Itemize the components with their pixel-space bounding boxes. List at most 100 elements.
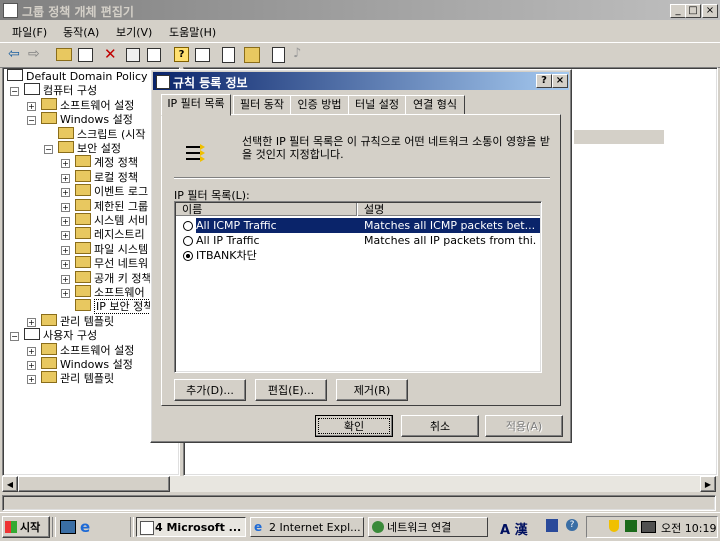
assign-icon[interactable] [244,47,260,63]
tree-item[interactable]: Default Domain Policy [I [7,69,159,84]
expand-toggle-icon[interactable]: + [61,202,70,212]
task-mmc[interactable]: 4 Microsoft ... [136,517,246,537]
scroll-thumb[interactable] [18,476,170,492]
shield-icon[interactable] [609,520,619,532]
ip-filter-listview[interactable]: 이름 설명 All ICMP Traffic Matches all ICMP p… [174,201,542,373]
expand-toggle-icon[interactable]: + [61,173,70,183]
apply-button[interactable]: 적용(A) [485,415,563,437]
properties-icon[interactable] [126,48,140,62]
tree-item[interactable]: + 공개 키 정책 [61,270,152,286]
help-icon[interactable]: ? [174,47,189,62]
ok-button[interactable]: 확인 [315,415,393,437]
expand-toggle-icon[interactable]: + [61,217,70,226]
table-row[interactable]: All IP Traffic Matches all IP packets fro… [176,233,540,248]
menu-file[interactable]: 파일(F) [12,24,47,40]
main-title-bar[interactable]: 그룹 정책 개체 편집기 _ □ × [0,0,720,20]
edit-button[interactable]: 편집(E)... [255,379,327,401]
expand-toggle-icon[interactable]: − [10,332,19,342]
start-button[interactable]: 시작 [2,516,50,538]
menu-help[interactable]: 도움말(H) [169,24,216,40]
monitor-tray-icon[interactable] [641,521,656,533]
add-button[interactable]: 추가(D)... [174,379,246,401]
tab-auth-methods[interactable]: 인증 방법 [290,95,349,115]
tree-item[interactable]: + 소프트웨어 [61,285,145,300]
tab-connection-type[interactable]: 연결 형식 [405,95,465,115]
tree-item[interactable]: + 계정 정책 [61,155,138,170]
wizard-icon[interactable]: ♪ [293,46,301,61]
tab-filter-action[interactable]: 필터 동작 [233,95,291,115]
expand-toggle-icon[interactable]: + [61,289,70,298]
export-icon[interactable] [147,48,161,62]
radio-icon[interactable] [183,221,193,231]
dialog-title-bar[interactable]: 규칙 등록 정보 ? × [153,72,569,90]
forward-icon[interactable]: ⇨ [28,46,40,62]
expand-toggle-icon[interactable]: + [61,159,70,169]
tree-item[interactable]: + 관리 템플릿 [27,313,114,329]
table-row[interactable]: ITBANK차단 [176,248,540,263]
scroll-right-button[interactable]: ▶ [700,476,716,492]
minimize-button[interactable]: _ [670,4,686,18]
expand-toggle-icon[interactable]: + [61,274,70,284]
dialog-close-button[interactable]: × [552,74,568,88]
new-policy-icon[interactable] [222,47,235,63]
cancel-button[interactable]: 취소 [401,415,479,437]
expand-toggle-icon[interactable]: + [27,317,36,327]
expand-toggle-icon[interactable]: + [61,188,70,198]
expand-toggle-icon[interactable]: + [61,260,70,270]
horizontal-scrollbar[interactable]: ◀ ▶ [2,476,716,492]
tree-item[interactable]: + 제한된 그룹 [61,198,148,214]
tree-item[interactable]: + 소프트웨어 설정 [27,342,134,358]
maximize-button[interactable]: □ [685,4,701,18]
tree-item[interactable]: + 파일 시스템 [61,241,148,257]
expand-toggle-icon[interactable]: + [61,231,70,241]
tree-item[interactable]: + Windows 설정 [27,357,133,372]
table-row[interactable]: All ICMP Traffic Matches all ICMP packets… [176,218,540,233]
column-header-desc[interactable]: 설명 [358,203,540,216]
radio-icon[interactable] [183,236,193,246]
network-tray-icon[interactable] [625,520,637,532]
view-icon[interactable] [195,48,210,62]
back-icon[interactable]: ⇦ [8,46,20,62]
remove-button[interactable]: 제거(R) [336,379,408,401]
scroll-left-button[interactable]: ◀ [2,476,18,492]
tab-ip-filter-list[interactable]: IP 필터 목록 [161,94,231,116]
tree-item[interactable]: 스크립트 (시작 [58,126,146,142]
tree-item[interactable]: + 레지스트리 [61,227,145,242]
tree-item[interactable]: − 사용자 구성 [10,328,97,343]
up-folder-icon[interactable] [56,48,72,61]
ime-pad-icon[interactable] [546,519,558,532]
close-button[interactable]: × [702,4,718,18]
menu-action[interactable]: 동작(A) [63,24,99,40]
tree-item[interactable]: + 관리 템플릿 [27,371,114,386]
tree-item[interactable]: + 로컬 정책 [61,169,138,185]
expand-toggle-icon[interactable]: + [27,375,36,385]
desktop-icon[interactable] [60,520,76,534]
expand-toggle-icon[interactable]: + [27,361,36,370]
tree-item[interactable]: − 보안 설정 [44,141,121,156]
ime-lang[interactable]: A 漢 [500,519,528,538]
tree-item[interactable]: + 소프트웨어 설정 [27,97,134,113]
task-ie[interactable]: e 2 Internet Expl... [250,517,364,537]
ie-icon[interactable]: e [80,518,90,536]
script-icon[interactable] [272,47,285,63]
tree-item[interactable]: − Windows 설정 [27,112,133,127]
tree-item[interactable]: + 무선 네트워 [61,256,148,271]
dialog-help-button[interactable]: ? [536,74,552,88]
expand-toggle-icon[interactable]: − [27,116,36,126]
help-tray-icon[interactable]: ? [566,519,578,531]
tab-tunnel-settings[interactable]: 터널 설정 [348,95,406,115]
expand-toggle-icon[interactable]: + [27,346,36,356]
column-header-name[interactable]: 이름 [176,203,357,216]
expand-toggle-icon[interactable]: − [10,87,19,97]
menu-view[interactable]: 보기(V) [116,24,152,40]
tree-item[interactable]: + 시스템 서비 [61,213,148,228]
expand-toggle-icon[interactable]: + [27,101,36,111]
expand-toggle-icon[interactable]: − [44,145,53,154]
tree-item[interactable]: + 이벤트 로그 [61,184,148,199]
expand-toggle-icon[interactable]: + [61,245,70,255]
show-tree-icon[interactable] [78,48,93,62]
tree-item[interactable]: IP 보안 정책 [75,299,156,315]
radio-checked-icon[interactable] [183,251,193,261]
task-network[interactable]: 네트워크 연결 [368,517,488,537]
delete-icon[interactable]: ✕ [104,45,117,63]
